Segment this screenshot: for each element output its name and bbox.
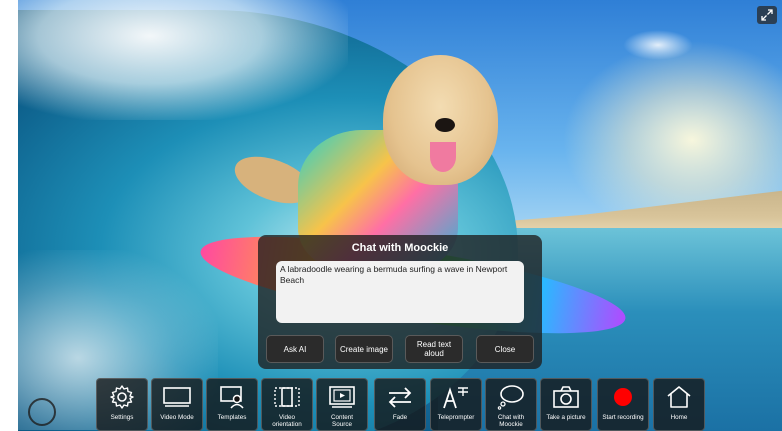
templates-label: Templates [217,414,247,421]
content-source-label: Content Source [317,414,367,428]
content-source-button[interactable]: Content Source [316,378,368,431]
take-picture-label: Take a picture [546,414,586,421]
content-source-label-line1: Content [330,414,354,421]
gear-icon [110,385,134,409]
content-source-icon [329,386,355,408]
dialog-title: Chat with Moockie [351,242,449,254]
video-orientation-label-line1: Video [279,414,295,421]
settings-button[interactable]: Settings [96,378,148,431]
home-button[interactable]: Home [653,378,705,431]
fullscreen-button[interactable] [757,6,777,24]
cloud [623,30,693,60]
expand-icon [761,9,773,21]
video-mode-button[interactable]: Video Mode [151,378,203,431]
prompt-textarea[interactable]: A labradoodle wearing a bermuda surfing … [276,261,524,323]
teleprompter-label: Teleprompter [437,414,475,421]
fade-button[interactable]: Fade [374,378,426,431]
dog-tongue [430,142,456,172]
chat-with-moockie-label-line2: Moockie [499,421,523,428]
read-text-aloud-button[interactable]: Read text aloud [405,335,463,363]
read-text-aloud-label-line2: aloud [424,349,444,358]
chat-with-moockie-button[interactable]: Chat with Moockie [485,378,537,431]
teleprompter-icon [443,387,468,409]
wave-foam [18,0,348,120]
take-picture-button[interactable]: Take a picture [540,378,592,431]
read-text-aloud-label-line1: Read text [416,340,452,349]
video-orientation-label-line2: orientation [272,421,302,428]
template-user-icon [220,386,244,409]
settings-label: Settings [110,414,134,421]
home-icon [667,386,691,408]
start-recording-label: Start recording [602,414,644,421]
camera-icon [553,386,579,408]
chat-with-moockie-label-line1: Chat with [497,414,525,421]
chat-with-moockie-label: Chat with Moockie [486,414,536,428]
start-recording-button[interactable]: Start recording [597,378,649,431]
fade-label: Fade [392,414,408,421]
dial-control[interactable] [28,398,56,426]
chat-bubble-icon [497,385,524,410]
orientation-icon [274,387,300,407]
content-source-label-line2: Source [332,421,352,428]
ask-ai-button[interactable]: Ask AI [266,335,324,363]
swap-arrows-icon [388,387,412,408]
teleprompter-button[interactable]: Teleprompter [430,378,482,431]
close-button[interactable]: Close [476,335,534,363]
video-orientation-button[interactable]: Video orientation [261,378,313,431]
dog-nose [435,118,455,132]
record-dot-icon [614,388,632,406]
video-mode-label: Video Mode [160,414,194,421]
chat-dialog: Chat with Moockie A labradoodle wearing … [258,235,542,369]
monitor-icon [163,387,191,407]
video-orientation-label: Video orientation [262,414,312,428]
home-label: Home [670,414,688,421]
templates-button[interactable]: Templates [206,378,258,431]
create-image-button[interactable]: Create image [335,335,393,363]
